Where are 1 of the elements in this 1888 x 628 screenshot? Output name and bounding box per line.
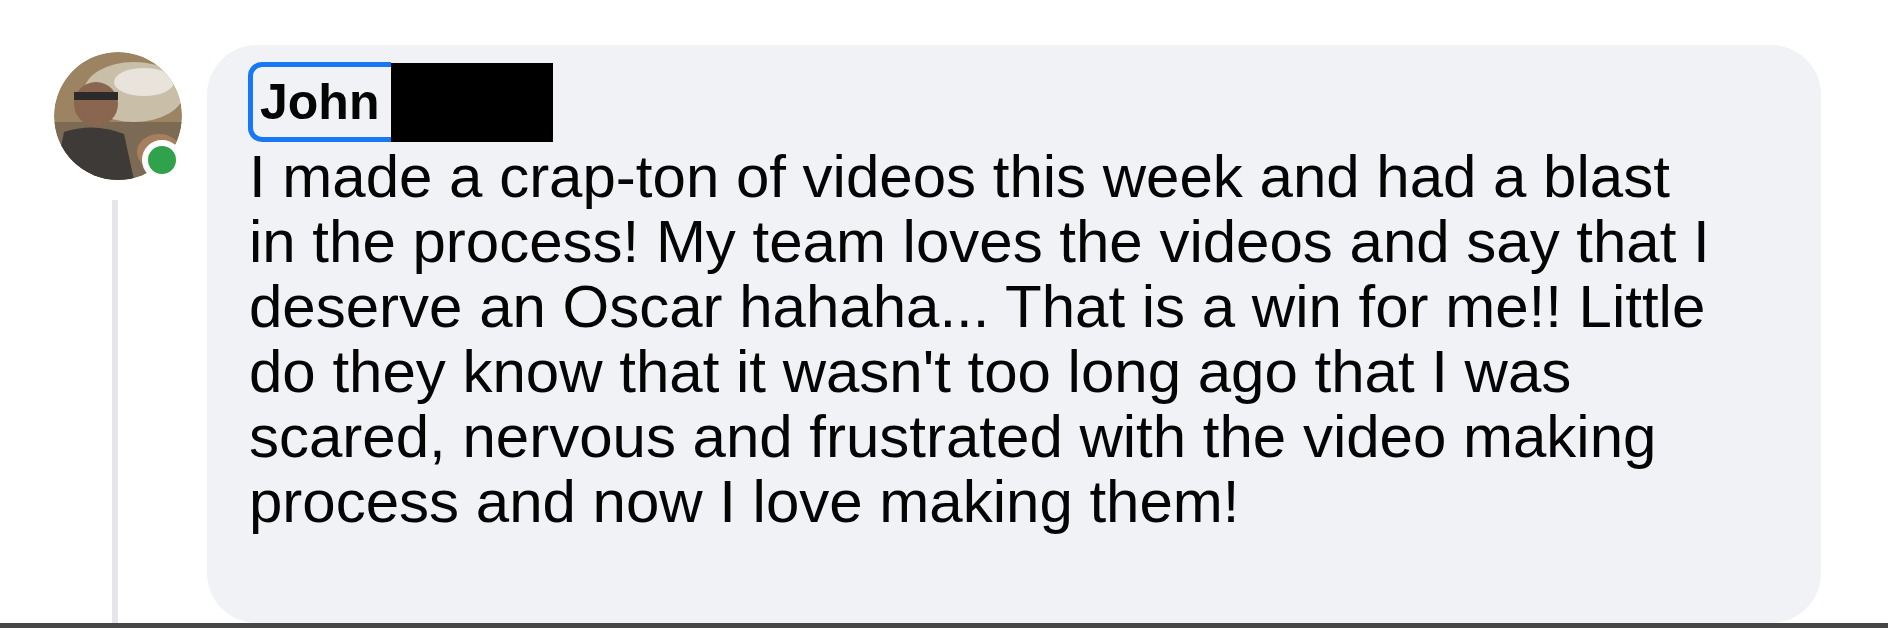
comment-text: I made a crap-ton of videos this week and had a blast in the process! My team loves the videos and say that I deserve an Oscar hahaha... That is a win for me!! Little do they know that it wasn't too long ago that I was scared, nervous and frustrated with the video making process and now I love making them! xyxy=(248,144,1711,534)
